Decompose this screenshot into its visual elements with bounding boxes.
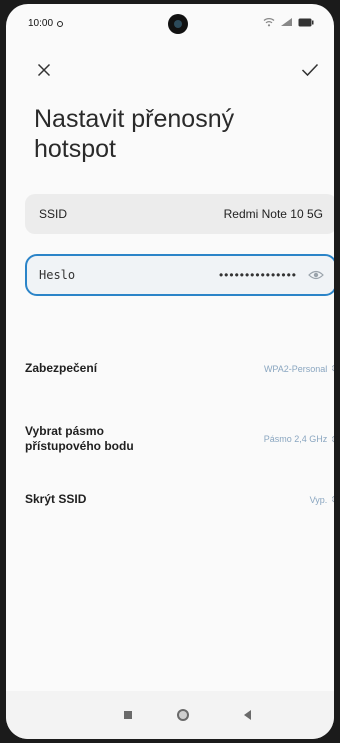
close-button[interactable]	[30, 56, 58, 84]
security-value: WPA2-Personal	[263, 363, 328, 374]
setting-value: WPA2-Personal ⇕	[264, 364, 334, 374]
page-title: Nastavit přenosný hotspot	[34, 105, 235, 163]
ssid-label: SSID	[39, 207, 68, 221]
recent-apps-button[interactable]	[124, 711, 132, 719]
system-icons	[263, 17, 314, 27]
back-button[interactable]	[244, 710, 251, 720]
phone-screen: 10:00 Nastavit přenosný hotspot SSID Red…	[6, 4, 334, 739]
password-value: •••••••••••••••	[218, 268, 297, 282]
setting-label: Vybrat pásmo přístupového bodu	[25, 424, 134, 453]
wifi-icon	[263, 18, 275, 27]
close-icon	[37, 63, 51, 77]
band-value: Pásmo 2,4 GHz	[263, 434, 328, 444]
notification-icon	[57, 20, 64, 27]
chevron-updown-icon: ⇕	[330, 495, 334, 504]
setting-value: Pásmo 2,4 GHz ⇕	[264, 434, 334, 444]
battery-icon	[298, 18, 314, 26]
front-camera	[168, 14, 188, 34]
setting-hide-ssid[interactable]: Skrýt SSID Vyp. ⇕	[25, 492, 334, 507]
eye-icon	[308, 270, 324, 280]
show-password-toggle[interactable]	[307, 266, 325, 284]
password-field[interactable]: Heslo •••••••••••••••	[25, 254, 334, 296]
chevron-updown-icon: ⇕	[330, 364, 334, 373]
status-bar: 10:00	[6, 4, 334, 44]
ssid-value: Redmi Note 10 5G	[223, 207, 323, 221]
hide-ssid-value: Vyp.	[309, 494, 328, 505]
status-time-group: 10:00	[28, 18, 64, 29]
setting-label: Zabezpečení	[25, 361, 98, 375]
toolbar	[6, 52, 334, 88]
chevron-updown-icon: ⇕	[330, 434, 334, 444]
setting-value: Vyp. ⇕	[310, 495, 334, 505]
password-label: Heslo	[39, 268, 76, 282]
setting-band[interactable]: Vybrat pásmo přístupového bodu Pásmo 2,4…	[25, 424, 334, 454]
setting-label: Skrýt SSID	[25, 492, 87, 506]
setting-security[interactable]: Zabezpečení WPA2-Personal ⇕	[25, 361, 334, 376]
ssid-field[interactable]: SSID Redmi Note 10 5G	[25, 194, 334, 234]
home-button[interactable]	[177, 709, 189, 721]
confirm-button[interactable]	[296, 56, 324, 84]
checkmark-icon	[301, 63, 319, 77]
signal-icon	[281, 18, 292, 26]
status-time: 10:00	[28, 18, 54, 29]
navigation-bar	[6, 691, 334, 739]
